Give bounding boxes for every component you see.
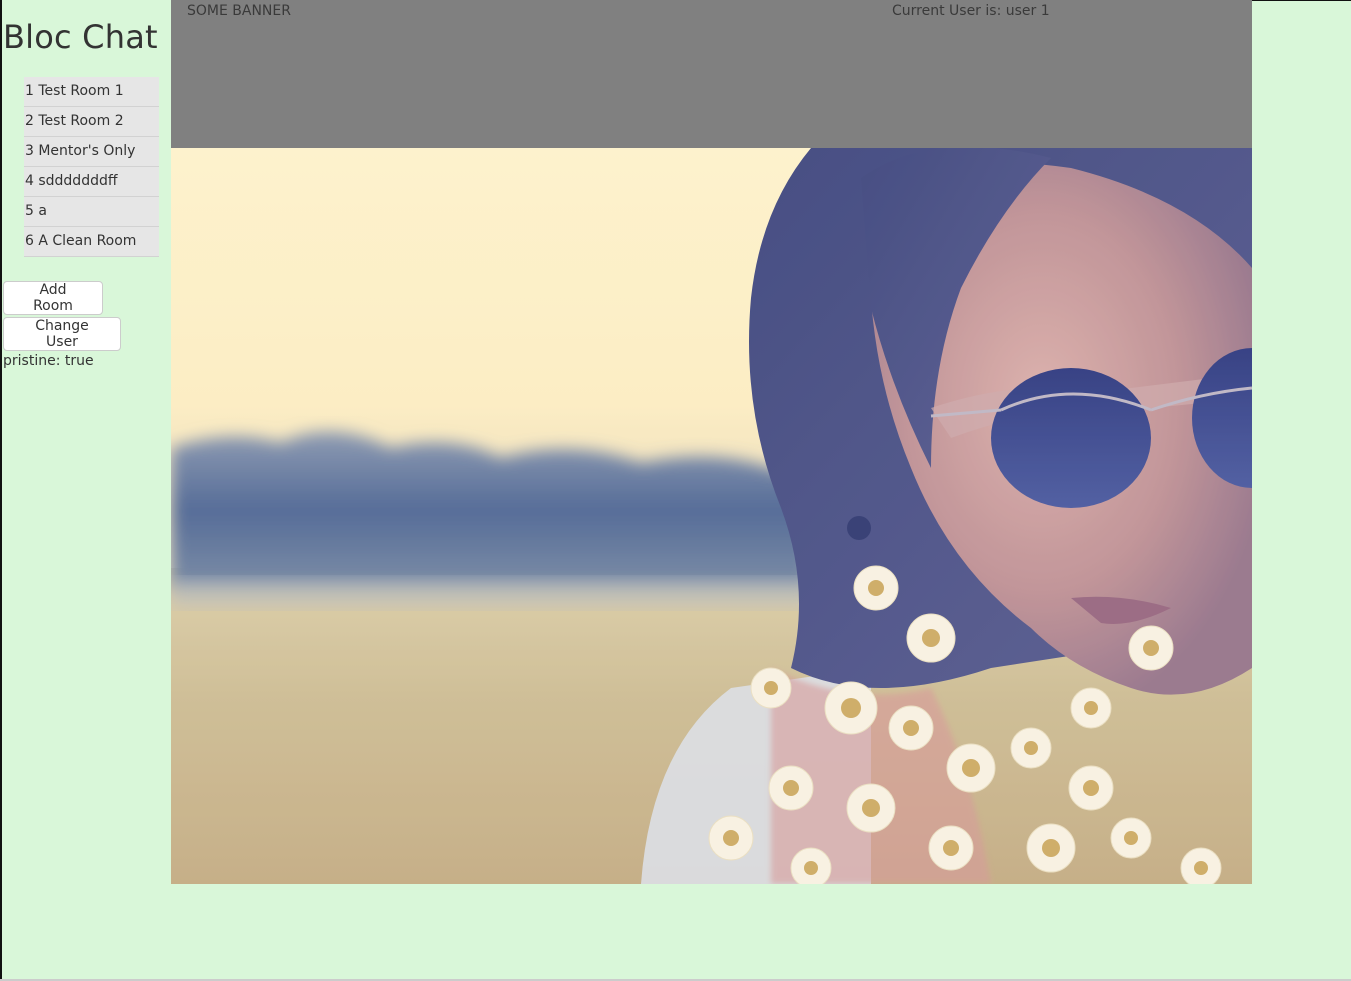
window-frame-top — [1251, 0, 1351, 1]
banner-text: SOME BANNER — [187, 3, 291, 19]
window-frame-left — [0, 0, 2, 981]
add-room-button[interactable]: Add Room — [3, 281, 103, 315]
room-item-a-clean-room[interactable]: 6 A Clean Room — [24, 227, 159, 257]
form-pristine-status: pristine: true — [3, 353, 94, 369]
change-user-button[interactable]: Change User — [3, 317, 121, 351]
current-user-label: Current User is: user 1 — [892, 3, 1050, 19]
hero-image — [171, 148, 1252, 884]
banner: SOME BANNER Current User is: user 1 — [171, 0, 1252, 148]
app-title: Bloc Chat — [3, 18, 158, 56]
room-item-sdddddddff[interactable]: 4 sdddddddff — [24, 167, 159, 197]
room-item-test-room-2[interactable]: 2 Test Room 2 — [24, 107, 159, 137]
room-item-mentors-only[interactable]: 3 Mentor's Only — [24, 137, 159, 167]
hero-photo-illustration — [171, 148, 1252, 884]
room-item-a[interactable]: 5 a — [24, 197, 159, 227]
room-list: 1 Test Room 1 2 Test Room 2 3 Mentor's O… — [24, 77, 159, 257]
room-item-test-room-1[interactable]: 1 Test Room 1 — [24, 77, 159, 107]
